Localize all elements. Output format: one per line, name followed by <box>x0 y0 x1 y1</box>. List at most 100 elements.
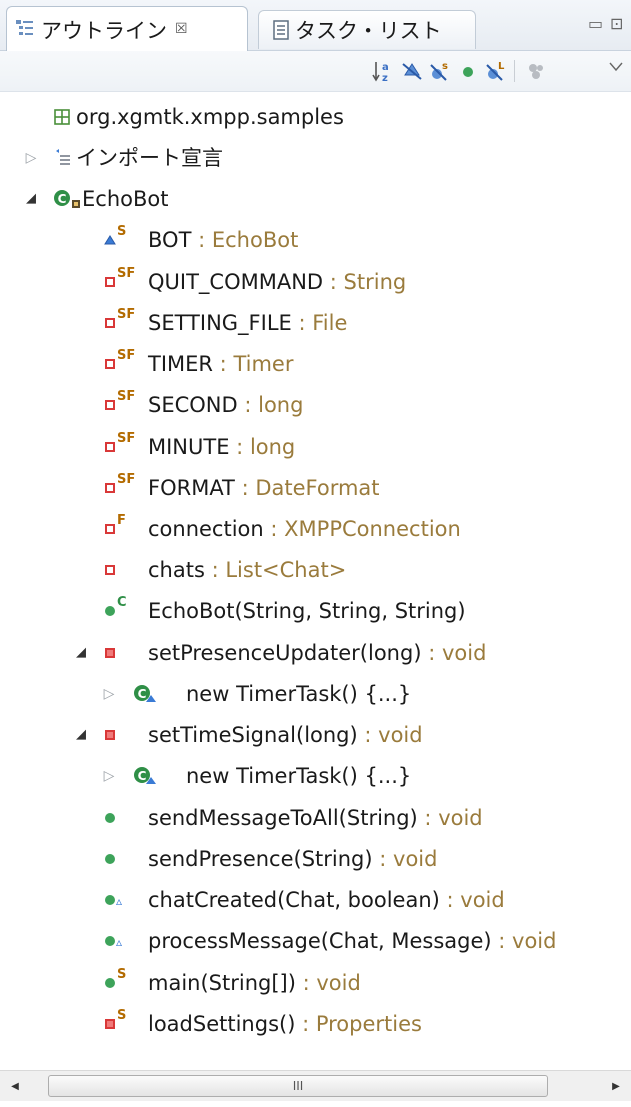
tree-item[interactable]: SloadSettings() : Properties <box>0 1004 631 1044</box>
modifier-badge: SF <box>117 348 136 363</box>
group-icon[interactable] <box>524 59 548 83</box>
type-separator: : <box>295 971 317 995</box>
tree-item[interactable]: S BOT : EchoBot <box>0 220 631 260</box>
tree-item[interactable]: SF MINUTE : long <box>0 427 631 467</box>
collapse-toggle-icon[interactable]: ◢ <box>74 633 88 673</box>
element-name: connection <box>148 517 264 541</box>
element-name: EchoBot(String, String, String) <box>148 599 466 623</box>
tree-item-label: new TimerTask() {...} <box>186 674 411 714</box>
tree-item[interactable]: ◢ setTimeSignal(long) : void <box>0 715 631 755</box>
tree-item[interactable]: SF SECOND : long <box>0 385 631 425</box>
element-type: void <box>441 641 487 665</box>
tree-item[interactable]: sendPresence(String) : void <box>0 839 631 879</box>
tree-item[interactable]: chats : List<Chat> <box>0 550 631 590</box>
element-name: SECOND <box>148 393 238 417</box>
element-type: void <box>378 723 423 747</box>
maximize-icon[interactable]: ⊡ <box>610 14 623 33</box>
tree-item[interactable]: C EchoBot(String, String, String) <box>0 591 631 631</box>
element-type: void <box>512 929 557 953</box>
collapse-toggle-icon[interactable]: ◢ <box>24 179 38 219</box>
element-type: XMPPConnection <box>284 517 461 541</box>
modifier-badge: S <box>117 224 127 239</box>
tree-item-label: new TimerTask() {...} <box>186 756 411 796</box>
tree-item[interactable]: ◢ C EchoBot <box>0 179 631 219</box>
element-name: setPresenceUpdater(long) <box>148 641 422 665</box>
tree-item[interactable]: ▷ Cnew TimerTask() {...} <box>0 674 631 714</box>
scroll-thumb[interactable]: III <box>48 1075 548 1097</box>
field-private-icon <box>104 344 116 384</box>
tree-item[interactable]: SF FORMAT : DateFormat <box>0 468 631 508</box>
method-private-icon <box>104 1004 116 1044</box>
expand-toggle-icon[interactable]: ▷ <box>102 756 116 796</box>
method-public-icon <box>104 963 116 1003</box>
field-private-icon <box>104 468 116 508</box>
type-separator: : <box>291 311 313 335</box>
field-private-icon <box>104 509 116 549</box>
hide-static-icon[interactable]: s <box>428 59 452 83</box>
tree-item[interactable]: Fconnection : XMPPConnection <box>0 509 631 549</box>
tree-item-label: SECOND : long <box>148 385 303 425</box>
tree-item[interactable]: ▵ processMessage(Chat, Message) : void <box>0 921 631 961</box>
package-icon <box>52 97 72 137</box>
tree-item[interactable]: SF SETTING_FILE : File <box>0 303 631 343</box>
tree-item-label: TIMER : Timer <box>148 344 293 384</box>
tree-item-label: setPresenceUpdater(long) : void <box>148 633 486 673</box>
tab-task-list[interactable]: タスク・リスト <box>258 10 476 49</box>
element-type: void <box>316 971 361 995</box>
hide-non-public-icon[interactable] <box>456 59 480 83</box>
outline-tree: org.xgmtk.xmpp.samples ▷ インポート宣言 ◢ C EchoBot S… <box>0 92 631 1052</box>
tree-item-label: chats : List<Chat> <box>148 550 346 590</box>
tree-item-label: processMessage(Chat, Message) : void <box>148 921 556 961</box>
scroll-right-button[interactable]: ▶ <box>601 1071 631 1101</box>
tree-item[interactable]: ▷ Cnew TimerTask() {...} <box>0 756 631 796</box>
tree-item-label: org.xgmtk.xmpp.samples <box>76 97 344 137</box>
tree-item[interactable]: ▷ インポート宣言 <box>0 138 631 178</box>
minimize-icon[interactable]: ▭ <box>588 14 603 33</box>
outline-toolbar: a z s L <box>0 51 631 92</box>
element-name: new TimerTask() {...} <box>186 682 412 706</box>
expand-toggle-icon[interactable]: ▷ <box>24 138 38 178</box>
element-type: File <box>312 311 348 335</box>
hide-local-types-icon[interactable]: L <box>484 59 508 83</box>
element-name: sendMessageToAll(String) <box>148 806 418 830</box>
tab-outline[interactable]: アウトライン ☒ <box>6 6 248 51</box>
element-name: sendPresence(String) <box>148 847 373 871</box>
tree-item-label: sendPresence(String) : void <box>148 839 437 879</box>
tree-item[interactable]: SF QUIT_COMMAND : String <box>0 262 631 302</box>
sort-icon[interactable]: a z <box>372 59 396 83</box>
tree-item[interactable]: Smain(String[]) : void <box>0 963 631 1003</box>
tree-item[interactable]: org.xgmtk.xmpp.samples <box>0 97 631 137</box>
collapse-toggle-icon[interactable]: ◢ <box>74 715 88 755</box>
tree-item[interactable]: sendMessageToAll(String) : void <box>0 798 631 838</box>
scroll-left-button[interactable]: ◀ <box>0 1071 30 1101</box>
horizontal-scrollbar[interactable]: ◀ III ▶ <box>0 1070 631 1101</box>
element-type: Properties <box>315 1012 422 1036</box>
element-name: setTimeSignal(long) <box>148 723 358 747</box>
field-private-icon <box>104 550 116 590</box>
tree-item[interactable]: ▵ chatCreated(Chat, boolean) : void <box>0 880 631 920</box>
element-type: void <box>438 806 483 830</box>
svg-text:C: C <box>138 687 147 701</box>
type-separator: : <box>204 558 226 582</box>
method-public-icon <box>104 798 116 838</box>
element-type: void <box>460 888 505 912</box>
expand-toggle-icon[interactable]: ▷ <box>102 674 116 714</box>
tree-item-label: setTimeSignal(long) : void <box>148 715 423 755</box>
field-default-icon <box>104 220 116 260</box>
type-separator: : <box>323 270 344 294</box>
modifier-badge: SF <box>117 307 136 322</box>
svg-text:C: C <box>58 192 67 206</box>
tree-item-label: sendMessageToAll(String) : void <box>148 798 483 838</box>
tree-item-label: loadSettings() : Properties <box>148 1004 422 1044</box>
modifier-badge: SF <box>117 431 136 446</box>
view-menu-icon[interactable] <box>604 55 628 79</box>
tree-item-label: chatCreated(Chat, boolean) : void <box>148 880 505 920</box>
element-type: long <box>249 435 296 459</box>
close-icon[interactable]: ☒ <box>175 21 188 37</box>
element-name: QUIT_COMMAND <box>148 270 324 294</box>
tree-item[interactable]: ◢ setPresenceUpdater(long) : void <box>0 633 631 673</box>
tree-item[interactable]: SF TIMER : Timer <box>0 344 631 384</box>
tree-item-label: EchoBot <box>82 179 168 219</box>
element-type: String <box>343 270 407 294</box>
hide-fields-icon[interactable] <box>400 59 424 83</box>
